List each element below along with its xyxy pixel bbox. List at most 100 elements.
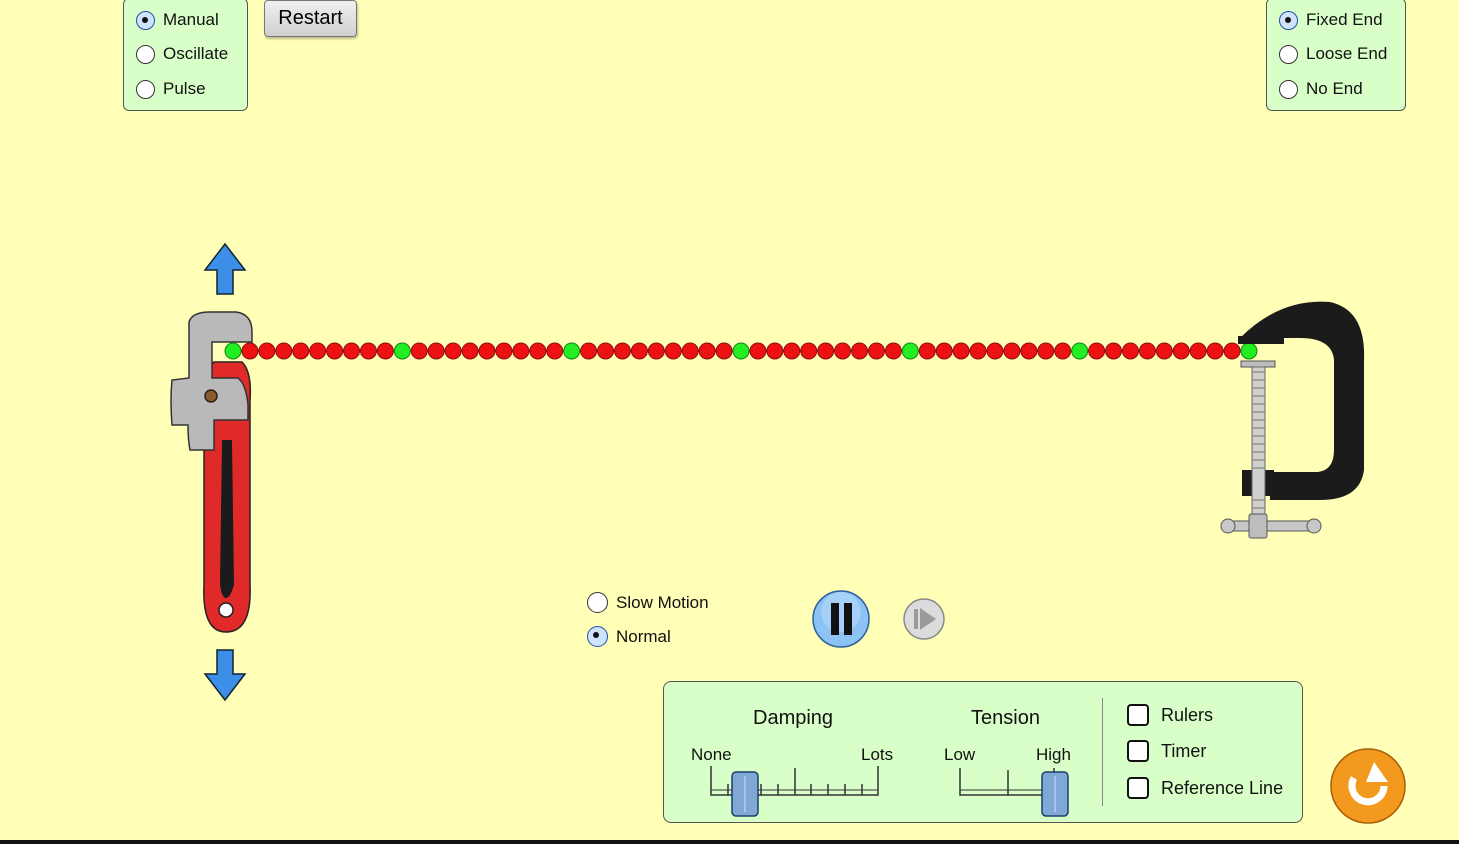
bead-red xyxy=(1172,342,1190,360)
checkbox-box xyxy=(1127,777,1149,799)
bead-green xyxy=(393,342,411,360)
bead-red xyxy=(241,342,259,360)
bead-red xyxy=(427,342,445,360)
slow-motion-radio[interactable]: Slow Motion xyxy=(587,592,709,613)
panel-divider xyxy=(1102,698,1103,806)
bead-red xyxy=(258,342,276,360)
checkbox-label: Reference Line xyxy=(1161,777,1284,798)
checkbox-box xyxy=(1127,704,1149,726)
bead-red xyxy=(969,342,987,360)
bead-red xyxy=(512,342,530,360)
radio-indicator xyxy=(1279,44,1298,64)
tension-slider[interactable] xyxy=(954,762,1084,822)
radio-label: Slow Motion xyxy=(616,592,709,612)
bead-red xyxy=(1088,342,1106,360)
bead-red xyxy=(275,342,293,360)
bead-red xyxy=(613,342,631,360)
radio-indicator xyxy=(136,79,155,99)
bead-red xyxy=(1206,342,1224,360)
radio-label: Fixed End xyxy=(1306,10,1383,29)
clamp-icon xyxy=(1220,301,1365,539)
bead-red xyxy=(884,342,902,360)
wrench-icon[interactable] xyxy=(170,311,253,633)
bead-green xyxy=(224,342,242,360)
down-arrow-icon[interactable] xyxy=(203,649,247,702)
radio-label: No End xyxy=(1306,79,1363,98)
bead-green xyxy=(1071,342,1089,360)
bead-red xyxy=(292,342,310,360)
bead-red xyxy=(376,342,394,360)
step-button[interactable] xyxy=(903,598,945,640)
bead-red xyxy=(766,342,784,360)
bead-red xyxy=(715,342,733,360)
bead-red xyxy=(1003,342,1021,360)
mode-pulse-radio[interactable]: Pulse xyxy=(136,79,206,99)
radio-label: Pulse xyxy=(163,79,206,98)
damping-slider[interactable] xyxy=(704,762,894,822)
end-type-panel: Fixed End Loose End No End xyxy=(1266,0,1406,111)
string-beads xyxy=(224,342,1258,360)
timer-checkbox[interactable]: Timer xyxy=(1127,740,1206,762)
radio-indicator xyxy=(1279,79,1298,99)
radio-indicator xyxy=(136,44,155,64)
bead-red xyxy=(1121,342,1139,360)
reset-all-button[interactable] xyxy=(1330,748,1406,824)
bead-red xyxy=(1155,342,1173,360)
radio-label: Normal xyxy=(616,626,671,646)
no-end-radio[interactable]: No End xyxy=(1279,79,1363,99)
bead-red xyxy=(1105,342,1123,360)
bead-red xyxy=(1223,342,1241,360)
reference-line-checkbox[interactable]: Reference Line xyxy=(1127,777,1283,799)
bead-red xyxy=(1054,342,1072,360)
bead-red xyxy=(580,342,598,360)
loose-end-radio[interactable]: Loose End xyxy=(1279,44,1387,64)
mode-manual-radio[interactable]: Manual xyxy=(136,10,219,30)
radio-label: Oscillate xyxy=(163,44,229,63)
checkbox-box xyxy=(1127,740,1149,762)
damping-title: Damping xyxy=(753,707,834,729)
bead-green xyxy=(563,342,581,360)
bead-red xyxy=(359,342,377,360)
restart-button[interactable]: Restart xyxy=(264,0,357,37)
up-arrow-icon[interactable] xyxy=(203,242,247,295)
bead-red xyxy=(647,342,665,360)
radio-indicator xyxy=(587,626,608,647)
bead-green xyxy=(732,342,750,360)
bead-red xyxy=(495,342,513,360)
normal-speed-radio[interactable]: Normal xyxy=(587,626,671,647)
bead-red xyxy=(444,342,462,360)
radio-label: Manual xyxy=(163,10,219,29)
bead-red xyxy=(326,342,344,360)
bead-red xyxy=(986,342,1004,360)
fixed-end-radio[interactable]: Fixed End xyxy=(1279,10,1383,30)
bead-red xyxy=(851,342,869,360)
bead-red xyxy=(529,342,547,360)
bead-red xyxy=(410,342,428,360)
bead-red xyxy=(309,342,327,360)
mode-oscillate-radio[interactable]: Oscillate xyxy=(136,44,228,64)
bead-red xyxy=(630,342,648,360)
radio-indicator xyxy=(587,592,608,613)
checkbox-label: Timer xyxy=(1161,740,1207,761)
bead-red xyxy=(597,342,615,360)
bead-red xyxy=(749,342,767,360)
bottom-edge-bar xyxy=(0,840,1459,844)
bead-red xyxy=(461,342,479,360)
bead-red xyxy=(952,342,970,360)
radio-indicator xyxy=(1279,10,1298,30)
bead-red xyxy=(817,342,835,360)
control-panel: Damping None Lots Tension Low High Ruler… xyxy=(663,681,1303,823)
pause-button[interactable] xyxy=(812,590,870,648)
bead-red xyxy=(834,342,852,360)
bead-red xyxy=(546,342,564,360)
bead-red xyxy=(681,342,699,360)
radio-label: Loose End xyxy=(1306,44,1388,63)
bead-red xyxy=(1037,342,1055,360)
bead-green xyxy=(901,342,919,360)
tension-title: Tension xyxy=(971,707,1040,729)
bead-red xyxy=(783,342,801,360)
rulers-checkbox[interactable]: Rulers xyxy=(1127,704,1213,726)
bead-red xyxy=(1138,342,1156,360)
bead-red xyxy=(800,342,818,360)
radio-indicator xyxy=(136,10,155,30)
